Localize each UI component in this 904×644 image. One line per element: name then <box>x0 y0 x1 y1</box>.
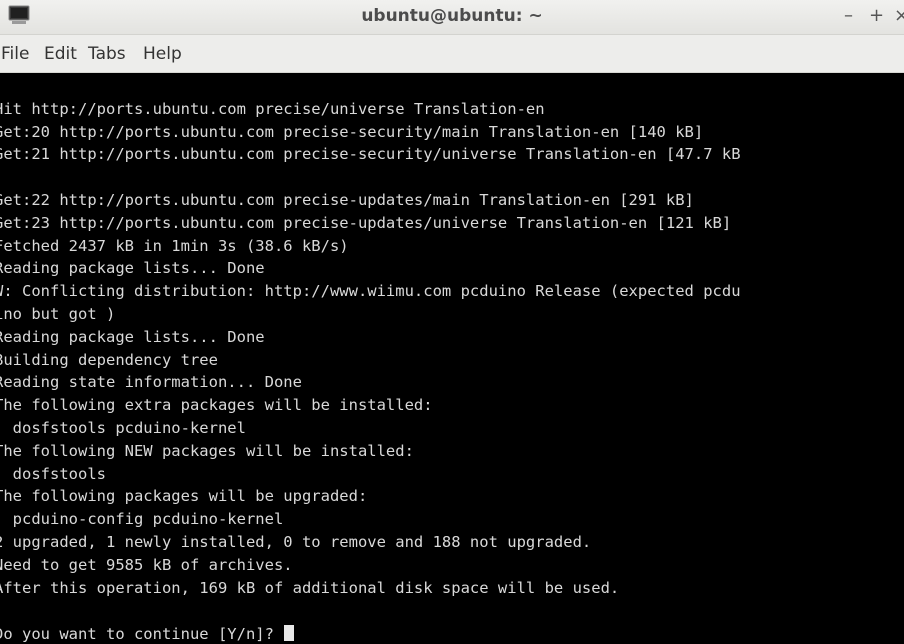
terminal-line: dosfstools <box>0 464 106 483</box>
terminal-line: dosfstools pcduino-kernel <box>0 418 246 437</box>
terminal-line: Building dependency tree <box>0 350 218 369</box>
menu-edit[interactable]: Edit <box>44 44 77 64</box>
window-title: ubuntu@ubuntu: ~ <box>361 6 543 26</box>
terminal-line: pcduino-config pcduino-kernel <box>0 510 284 529</box>
terminal-line: ] <box>0 166 741 189</box>
terminal-line: Reading package lists... Done <box>0 327 265 346</box>
menu-bar: File Edit Tabs Help <box>0 35 904 73</box>
terminal-line: The following NEW packages will be insta… <box>0 441 414 460</box>
text-cursor <box>284 625 295 641</box>
terminal-line: The following extra packages will be ins… <box>0 396 433 415</box>
terminal-line: Fetched 2437 kB in 1min 3s (38.6 kB/s) <box>0 236 349 255</box>
maximize-button[interactable]: + <box>869 6 884 26</box>
terminal-line: Get:20 http://ports.ubuntu.com precise-s… <box>0 122 704 141</box>
terminal-line: Need to get 9585 kB of archives. <box>0 555 293 574</box>
terminal-output[interactable]: ] Hit http://ports.ubuntu.com precise/un… <box>0 73 904 644</box>
terminal-line: After this operation, 169 kB of addition… <box>0 578 620 597</box>
terminal-line: Hit http://ports.ubuntu.com precise/univ… <box>0 99 545 118</box>
minimize-button[interactable]: – <box>844 6 853 26</box>
menu-help[interactable]: Help <box>143 44 182 64</box>
terminal-line: The following packages will be upgraded: <box>0 487 368 506</box>
prompt-line[interactable]: Do you want to continue [Y/n]? <box>0 623 295 644</box>
title-bar[interactable]: ubuntu@ubuntu: ~ – + × <box>0 0 904 35</box>
terminal-line: Get:23 http://ports.ubuntu.com precise-u… <box>0 213 732 232</box>
menu-file[interactable]: File <box>1 44 29 64</box>
terminal-line: Get:21 http://ports.ubuntu.com precise-s… <box>0 145 741 164</box>
terminal-line: ] <box>0 75 741 98</box>
terminal-lines: ] Hit http://ports.ubuntu.com precise/un… <box>0 75 741 599</box>
terminal-line: Get:22 http://ports.ubuntu.com precise-u… <box>0 190 694 209</box>
menu-tabs[interactable]: Tabs <box>88 44 126 64</box>
terminal-line: ino but got ) <box>0 304 116 323</box>
terminal-line: 2 upgraded, 1 newly installed, 0 to remo… <box>0 532 592 551</box>
prompt-text: Do you want to continue [Y/n]? <box>0 625 284 643</box>
terminal-line: W: Conflicting distribution: http://www.… <box>0 282 741 301</box>
terminal-window: ubuntu@ubuntu: ~ – + × File Edit Tabs He… <box>0 0 904 644</box>
terminal-line: Reading package lists... Done <box>0 259 265 278</box>
close-button[interactable]: × <box>894 6 904 26</box>
terminal-line: Reading state information... Done <box>0 373 302 392</box>
